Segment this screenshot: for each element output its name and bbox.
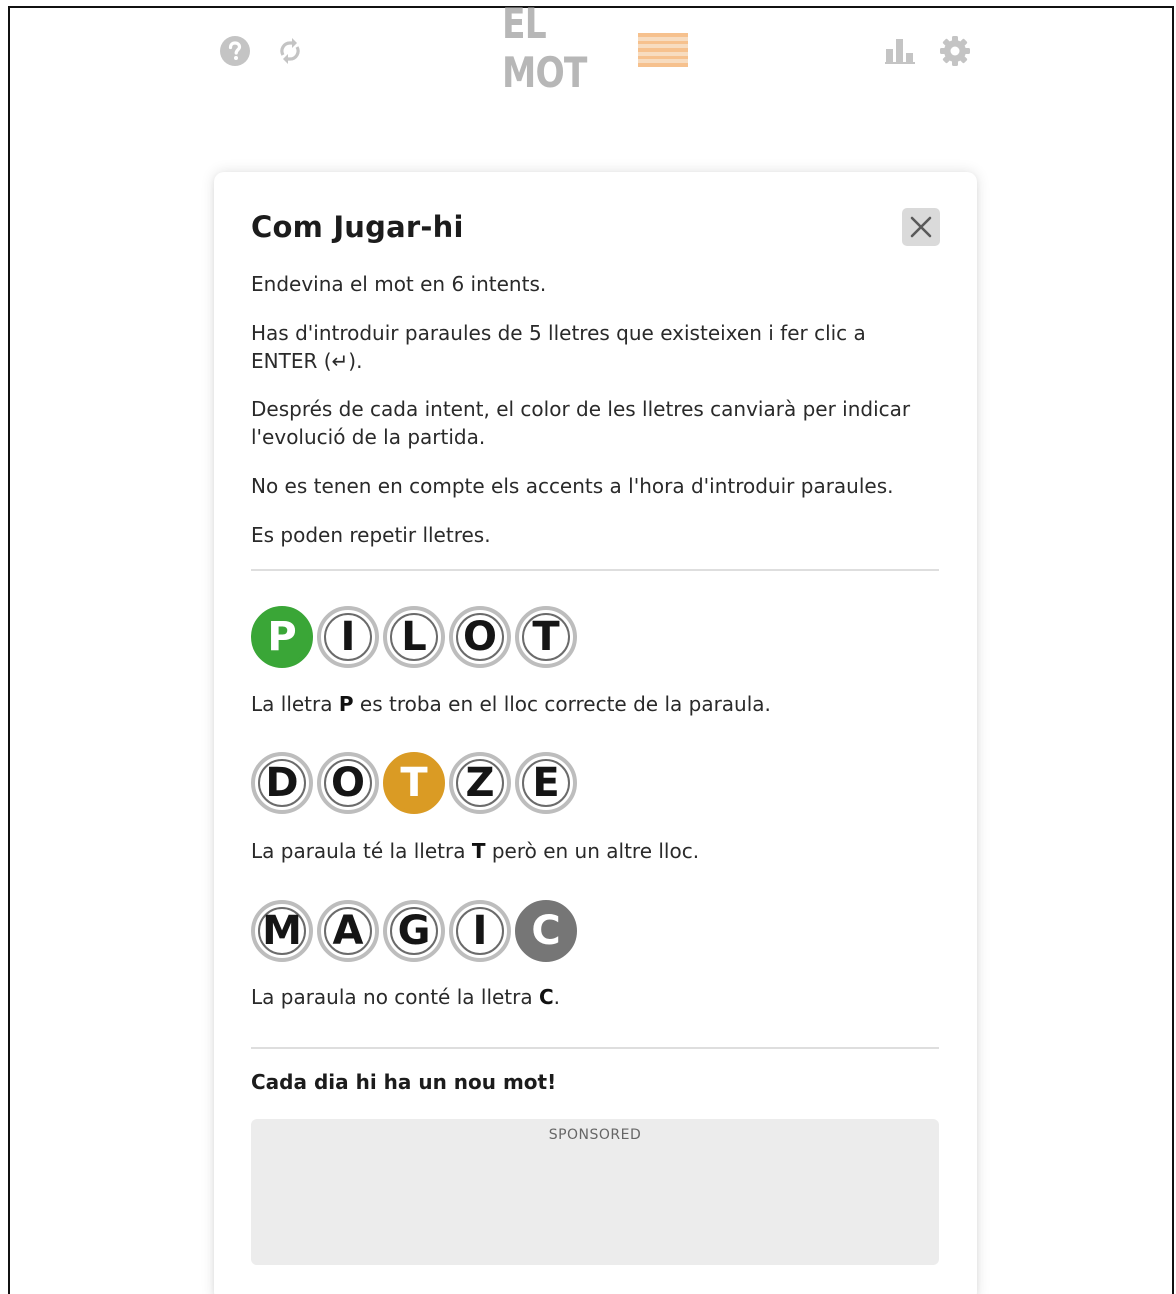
tile-letter: E: [532, 760, 560, 806]
tile-letter: L: [401, 614, 427, 660]
rule-repeat: Es poden repetir lletres.: [251, 523, 491, 547]
daily-note: Cada dia hi ha un nou mot!: [251, 1070, 557, 1094]
tile-letter: G: [397, 908, 431, 954]
refresh-icon[interactable]: [273, 34, 307, 68]
rule-attempts: Endevina el mot en 6 intents.: [251, 272, 547, 296]
letter-tile: Z: [449, 752, 511, 814]
logo-text: EL MOT: [502, 0, 587, 97]
rule-colors: Després de cada intent, el color de les …: [251, 397, 911, 449]
desc-text: La paraula no conté la lletra: [251, 985, 539, 1009]
desc-text: però en un altre lloc.: [485, 839, 700, 863]
desc-text: .: [553, 985, 561, 1009]
tile-letter: I: [472, 908, 488, 954]
letter-tile: P: [251, 606, 313, 668]
letter-tile: M: [251, 900, 313, 962]
tile-letter: O: [330, 760, 365, 806]
how-to-play-modal: Com Jugar-hi Endevina el mot en 6 intent…: [214, 172, 977, 1294]
desc-text: es troba en el lloc correcte de la parau…: [353, 692, 771, 716]
close-icon: [910, 216, 932, 238]
letter-tile: I: [317, 606, 379, 668]
tile-letter: C: [531, 908, 561, 954]
divider: [251, 569, 939, 571]
close-button[interactable]: [902, 208, 940, 246]
example-row-present: DOTZE: [251, 752, 581, 814]
letter-tile: C: [515, 900, 577, 962]
letter-tile: G: [383, 900, 445, 962]
rule-enter: Has d'introduir paraules de 5 lletres qu…: [251, 321, 866, 373]
example-desc-correct: La lletra P es troba en el lloc correcte…: [251, 690, 771, 718]
tile-letter: P: [267, 614, 297, 660]
tile-letter: T: [400, 760, 428, 806]
example-row-absent: MAGIC: [251, 900, 581, 962]
letter-tile: A: [317, 900, 379, 962]
desc-letter: P: [338, 692, 354, 716]
tile-letter: A: [332, 908, 364, 954]
desc-letter: C: [538, 985, 554, 1009]
desc-text: La paraula té la lletra: [251, 839, 472, 863]
sponsored-ad[interactable]: SPONSORED: [251, 1119, 939, 1265]
divider: [251, 1047, 939, 1049]
settings-icon[interactable]: [938, 34, 972, 68]
letter-tile: D: [251, 752, 313, 814]
help-icon[interactable]: [218, 34, 252, 68]
header: EL MOT: [0, 0, 1176, 97]
letter-tile: T: [515, 606, 577, 668]
tile-letter: I: [340, 614, 356, 660]
tile-letter: O: [462, 614, 497, 660]
stats-icon[interactable]: [884, 34, 918, 68]
desc-text: La lletra: [251, 692, 339, 716]
tile-letter: Z: [465, 760, 495, 806]
letter-tile: E: [515, 752, 577, 814]
rule-accents: No es tenen en compte els accents a l'ho…: [251, 474, 894, 498]
catalan-flag-icon: [638, 33, 688, 67]
example-desc-present: La paraula té la lletra T però en un alt…: [251, 837, 699, 865]
tile-letter: D: [265, 760, 299, 806]
letter-tile: T: [383, 752, 445, 814]
modal-title: Com Jugar-hi: [251, 210, 464, 244]
ad-label: SPONSORED: [548, 1127, 642, 1143]
letter-tile: I: [449, 900, 511, 962]
example-desc-absent: La paraula no conté la lletra C.: [251, 983, 560, 1011]
letter-tile: O: [317, 752, 379, 814]
letter-tile: L: [383, 606, 445, 668]
tile-letter: M: [262, 908, 302, 954]
desc-letter: T: [471, 839, 486, 863]
logo: EL MOT: [502, 0, 688, 97]
example-row-correct: PILOT: [251, 606, 581, 668]
letter-tile: O: [449, 606, 511, 668]
tile-letter: T: [532, 614, 560, 660]
